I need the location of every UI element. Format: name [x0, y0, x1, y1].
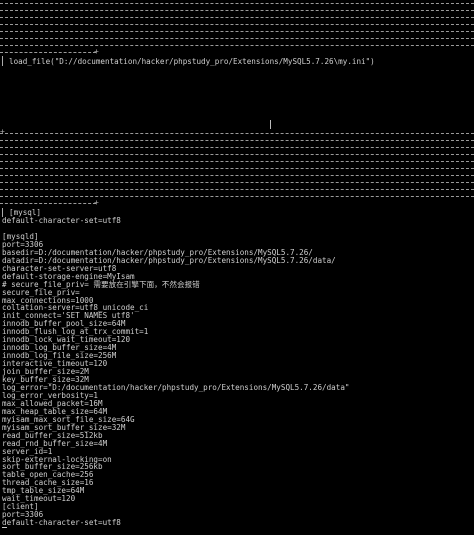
config-line: default-character-set=utf8 — [2, 216, 121, 225]
query-text: load_file("D://documentation/hacker/phps… — [9, 57, 375, 66]
text-cursor — [270, 120, 271, 129]
config-line: default-character-set=utf8 — [2, 518, 121, 528]
table-left-border — [2, 56, 3, 66]
console-caret — [2, 527, 7, 528]
